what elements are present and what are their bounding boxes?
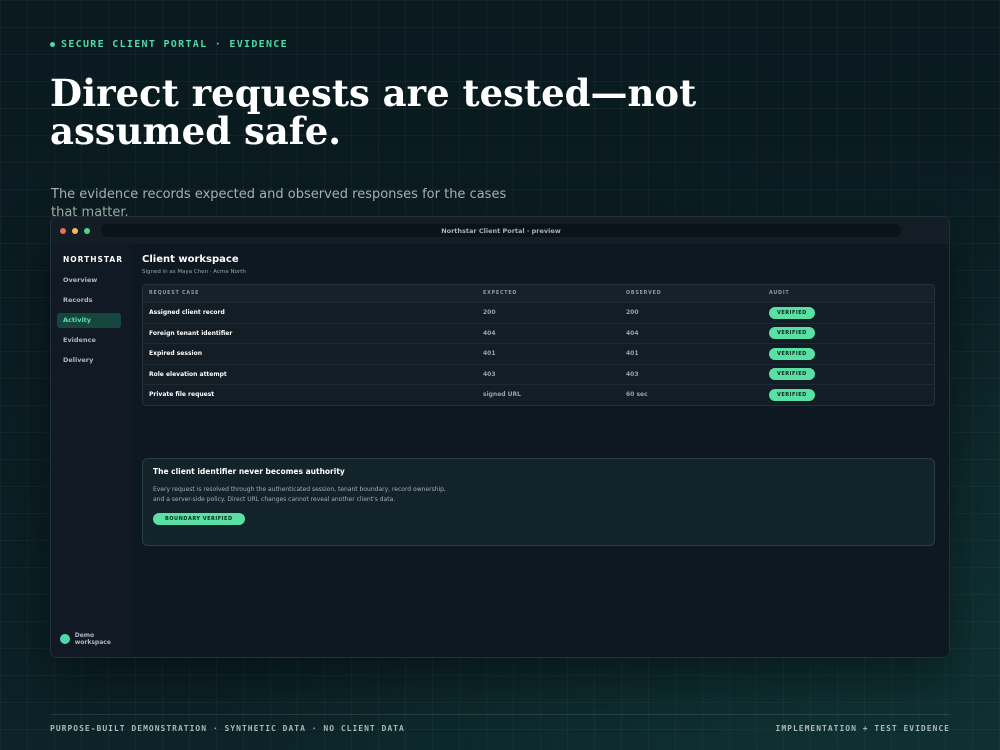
table-row[interactable]: Private file request signed URL 60 sec V… xyxy=(143,384,934,405)
verified-badge: VERIFIED xyxy=(769,347,815,360)
card-title: The client identifier never becomes auth… xyxy=(153,466,345,476)
table-header-row: REQUEST CASE EXPECTED OBSERVED AUDIT xyxy=(143,285,934,302)
maximize-window-button[interactable] xyxy=(84,227,90,234)
boundary-card: The client identifier never becomes auth… xyxy=(142,457,935,546)
footer-disclaimer: PURPOSE-BUILT DEMONSTRATION · SYNTHETIC … xyxy=(50,724,405,733)
app-body: NORTHSTAR Overview Records Activity Evid… xyxy=(51,244,949,657)
verified-badge: VERIFIED xyxy=(769,306,815,319)
observed-cell: 200 xyxy=(626,309,639,317)
observed-cell: 404 xyxy=(626,329,639,337)
footer-divider xyxy=(50,714,950,715)
table-row[interactable]: Assigned client record 200 200 VERIFIED xyxy=(143,302,934,323)
expected-cell: 403 xyxy=(483,370,496,378)
observed-cell: 403 xyxy=(626,370,639,378)
footer-tagline: IMPLEMENTATION + TEST EVIDENCE xyxy=(775,724,950,733)
eyebrow: SECURE CLIENT PORTAL · EVIDENCE xyxy=(50,39,288,50)
workspace-label: Demo workspace xyxy=(74,632,111,646)
eyebrow-label: SECURE CLIENT PORTAL · EVIDENCE xyxy=(61,39,288,50)
sidebar-item-records[interactable]: Records xyxy=(57,293,121,308)
sidebar-item-overview[interactable]: Overview xyxy=(57,273,121,288)
audit-cell: VERIFIED xyxy=(763,388,934,401)
evidence-table: REQUEST CASE EXPECTED OBSERVED AUDIT Ass… xyxy=(142,284,935,406)
window-controls xyxy=(60,227,90,234)
app-window: Northstar Client Portal · preview NORTHS… xyxy=(50,216,950,658)
column-header-observed: OBSERVED xyxy=(626,291,662,296)
column-header-request-case: REQUEST CASE xyxy=(149,291,200,296)
observed-cell: 401 xyxy=(626,350,639,358)
request-case-cell: Private file request xyxy=(149,391,215,399)
expected-cell: 404 xyxy=(483,329,496,337)
request-case-cell: Expired session xyxy=(149,350,202,358)
request-case-cell: Assigned client record xyxy=(149,309,225,317)
table-row[interactable]: Expired session 401 401 VERIFIED xyxy=(143,343,934,364)
sidebar: NORTHSTAR Overview Records Activity Evid… xyxy=(51,244,131,657)
signed-in-text: Signed in as Maya Chen · Acme North xyxy=(142,269,246,275)
table-row[interactable]: Role elevation attempt 403 403 VERIFIED xyxy=(143,363,934,385)
request-case-cell: Role elevation attempt xyxy=(149,370,227,378)
sidebar-item-delivery[interactable]: Delivery xyxy=(57,353,121,368)
hero-title: Direct requests are tested—not assumed s… xyxy=(50,71,697,153)
table-row[interactable]: Foreign tenant identifier 404 404 VERIFI… xyxy=(143,322,934,344)
workspace-switcher[interactable]: Demo workspace xyxy=(60,632,131,646)
sidebar-item-activity[interactable]: Activity xyxy=(57,313,121,328)
audit-cell: VERIFIED xyxy=(763,306,934,319)
minimize-window-button[interactable] xyxy=(72,227,78,234)
verified-badge: VERIFIED xyxy=(769,368,815,381)
column-header-audit: AUDIT xyxy=(769,291,790,296)
brand-logo: NORTHSTAR xyxy=(63,255,123,264)
audit-cell: VERIFIED xyxy=(763,347,934,360)
eyebrow-dot xyxy=(50,42,55,47)
sidebar-item-evidence[interactable]: Evidence xyxy=(57,333,121,348)
audit-cell: VERIFIED xyxy=(763,327,934,340)
audit-cell: VERIFIED xyxy=(763,368,934,381)
address-bar[interactable]: Northstar Client Portal · preview xyxy=(101,224,901,237)
verified-badge: VERIFIED xyxy=(769,327,815,340)
main-content: Client workspace Signed in as Maya Chen … xyxy=(131,244,949,657)
page-title: Client workspace xyxy=(142,254,239,265)
expected-cell: 200 xyxy=(483,309,496,317)
verified-badge: VERIFIED xyxy=(769,388,815,401)
card-body: Every request is resolved through the au… xyxy=(153,485,446,503)
close-window-button[interactable] xyxy=(60,227,66,234)
avatar xyxy=(60,634,70,644)
observed-cell: 60 sec xyxy=(626,391,648,399)
column-header-expected: EXPECTED xyxy=(483,291,518,296)
boundary-verified-badge: BOUNDARY VERIFIED xyxy=(153,512,245,525)
address-bar-text: Northstar Client Portal · preview xyxy=(441,226,561,235)
expected-cell: 401 xyxy=(483,350,496,358)
window-titlebar: Northstar Client Portal · preview xyxy=(51,217,949,244)
expected-cell: signed URL xyxy=(483,391,521,399)
request-case-cell: Foreign tenant identifier xyxy=(149,329,233,337)
